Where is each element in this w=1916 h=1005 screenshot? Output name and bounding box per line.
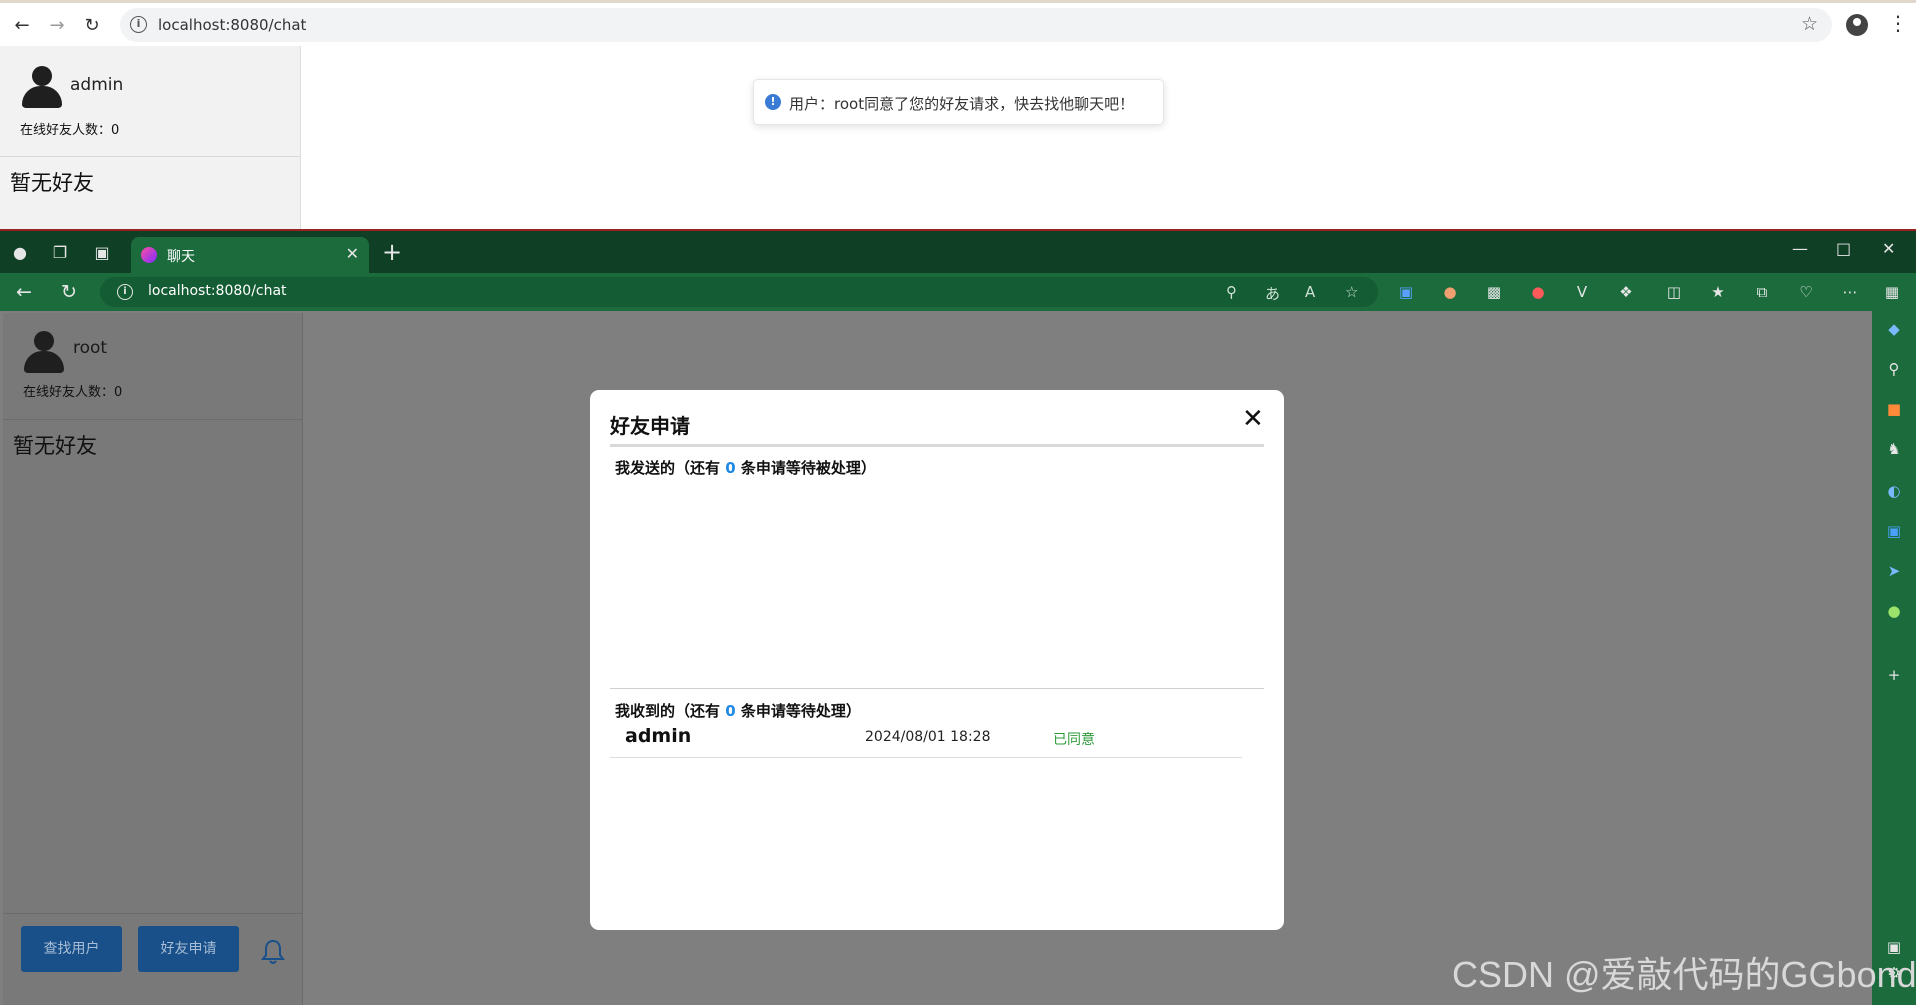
search-user-button[interactable]: 查找用户	[21, 926, 122, 972]
copilot-icon[interactable]: ◐	[1884, 481, 1904, 501]
request-row: admin 2024/08/01 18:28 已同意	[610, 724, 1242, 758]
received-requests-heading: 我收到的（还有 0 条申请等待处理）	[615, 702, 861, 720]
extension-screen-icon[interactable]: ▩	[1484, 282, 1504, 302]
online-friends-count: 在线好友人数：0	[20, 123, 120, 138]
address-url: localhost:8080/chat	[148, 283, 287, 299]
site-info-icon[interactable]: i	[117, 284, 133, 300]
back-icon[interactable]: ←	[10, 13, 34, 37]
friend-request-button[interactable]: 好友申请	[138, 926, 239, 972]
tree-icon[interactable]: ●	[1884, 601, 1904, 621]
toast-message: 用户：root同意了您的好友请求，快去找他聊天吧！	[789, 95, 1135, 113]
address-bar[interactable]: i localhost:8080/chat ☆	[120, 8, 1832, 42]
sent-pending-count: 0	[725, 459, 736, 477]
edge-toolbar: ← ↻ i localhost:8080/chat ⚲ あ A ☆ ▣ ● ▩ …	[0, 273, 1916, 311]
current-username: root	[73, 338, 108, 358]
divider	[610, 688, 1264, 689]
site-info-icon[interactable]: i	[130, 16, 147, 33]
tab-favicon-icon	[141, 247, 157, 263]
dialog-title: 好友申请	[610, 414, 690, 438]
tab-title: 聊天	[167, 249, 195, 265]
maximize-icon[interactable]: □	[1836, 239, 1851, 258]
performance-icon[interactable]: ♡	[1796, 282, 1816, 302]
profile-icon[interactable]	[1846, 14, 1868, 36]
no-friends-text: 暂无好友	[10, 171, 94, 195]
request-time: 2024/08/01 18:28	[865, 729, 991, 745]
current-username: admin	[70, 75, 124, 95]
tab-close-icon[interactable]: ✕	[346, 244, 359, 263]
reload-icon[interactable]: ↻	[80, 13, 104, 37]
minimize-icon[interactable]: —	[1792, 239, 1808, 258]
edge-tab-bar: ● ❐ ▣ 聊天 ✕ + — □ ✕	[0, 231, 1916, 273]
bell-icon[interactable]	[261, 939, 285, 965]
more-icon[interactable]: ⋯	[1840, 282, 1860, 302]
screen: ← → ↻ i localhost:8080/chat ☆ ⋮ admin 在线…	[0, 0, 1916, 1005]
request-status: 已同意	[1053, 732, 1095, 748]
favorite-star-icon[interactable]: ☆	[1345, 283, 1358, 301]
extensions-puzzle-icon[interactable]: ❖	[1616, 282, 1636, 302]
info-icon: !	[765, 94, 781, 110]
top-chat-page: admin 在线好友人数：0 暂无好友 ! 用户：root同意了您的好友请求，快…	[0, 46, 1916, 229]
chrome-toolbar: ← → ↻ i localhost:8080/chat ☆ ⋮	[0, 0, 1916, 46]
reload-icon[interactable]: ↻	[61, 282, 77, 302]
received-pending-count: 0	[725, 702, 736, 720]
top-sidebar: admin 在线好友人数：0 暂无好友	[0, 46, 301, 229]
outlook-icon[interactable]: ▣	[1884, 521, 1904, 541]
extension-avatar-icon[interactable]: ●	[1440, 282, 1460, 302]
address-url: localhost:8080/chat	[158, 16, 307, 34]
online-friends-count: 在线好友人数：0	[23, 385, 123, 400]
forward-icon[interactable]: →	[45, 13, 69, 37]
notification-toast: ! 用户：root同意了您的好友请求，快去找他聊天吧！	[753, 79, 1164, 125]
menu-kebab-icon[interactable]: ⋮	[1888, 13, 1908, 33]
close-icon[interactable]: ✕	[1242, 406, 1264, 432]
avatar	[22, 66, 62, 108]
key-icon[interactable]: ⚲	[1226, 283, 1237, 301]
shopping-tag-icon[interactable]: ◆	[1884, 319, 1904, 339]
request-username: admin	[625, 725, 692, 747]
back-icon[interactable]: ←	[16, 282, 32, 302]
divider	[0, 156, 300, 157]
games-icon[interactable]: ♞	[1884, 439, 1904, 459]
sidebar-toggle-icon[interactable]: ▦	[1882, 282, 1902, 302]
tab-chat[interactable]: 聊天 ✕	[131, 237, 369, 273]
add-icon[interactable]: +	[1884, 665, 1904, 685]
tools-icon[interactable]: ■	[1884, 399, 1904, 419]
collections-icon[interactable]: ⧉	[1752, 282, 1772, 302]
sent-requests-heading: 我发送的（还有 0 条申请等待被处理）	[615, 459, 876, 477]
favorites-icon[interactable]: ★	[1708, 282, 1728, 302]
new-tab-icon[interactable]: +	[382, 240, 402, 264]
friend-request-dialog: 好友申请 ✕ 我发送的（还有 0 条申请等待被处理） 我收到的（还有 0 条申请…	[590, 390, 1284, 930]
tab-actions-icon[interactable]: ▣	[92, 243, 112, 263]
extension-on-icon[interactable]: ●	[1528, 282, 1548, 302]
send-icon[interactable]: ➤	[1884, 561, 1904, 581]
extension-translate-icon[interactable]: ▣	[1396, 282, 1416, 302]
window-close-icon[interactable]: ✕	[1882, 239, 1895, 258]
workspaces-icon[interactable]: ❐	[50, 243, 70, 263]
split-screen-icon[interactable]: ◫	[1664, 282, 1684, 302]
search-icon[interactable]: ⚲	[1884, 359, 1904, 379]
watermark: CSDN @爱敲代码的GGbond	[1452, 954, 1916, 995]
divider	[610, 444, 1264, 447]
divider	[3, 419, 303, 420]
bookmark-star-icon[interactable]: ☆	[1801, 13, 1818, 35]
no-friends-text: 暂无好友	[13, 434, 97, 458]
address-bar[interactable]: i localhost:8080/chat ⚲ あ A ☆	[100, 277, 1378, 307]
read-aloud-icon[interactable]: A	[1305, 283, 1315, 301]
bottom-sidebar: root 在线好友人数：0 暂无好友 查找用户 好友申请	[3, 313, 303, 1005]
edge-side-rail: ◆ ⚲ ■ ♞ ◐ ▣ ➤ ● + ▣ ⚙	[1872, 311, 1916, 1005]
extension-v-icon[interactable]: V	[1572, 282, 1592, 302]
divider	[3, 913, 303, 914]
profile-icon[interactable]: ●	[10, 243, 30, 263]
avatar	[24, 331, 64, 373]
translate-icon[interactable]: あ	[1265, 283, 1280, 304]
